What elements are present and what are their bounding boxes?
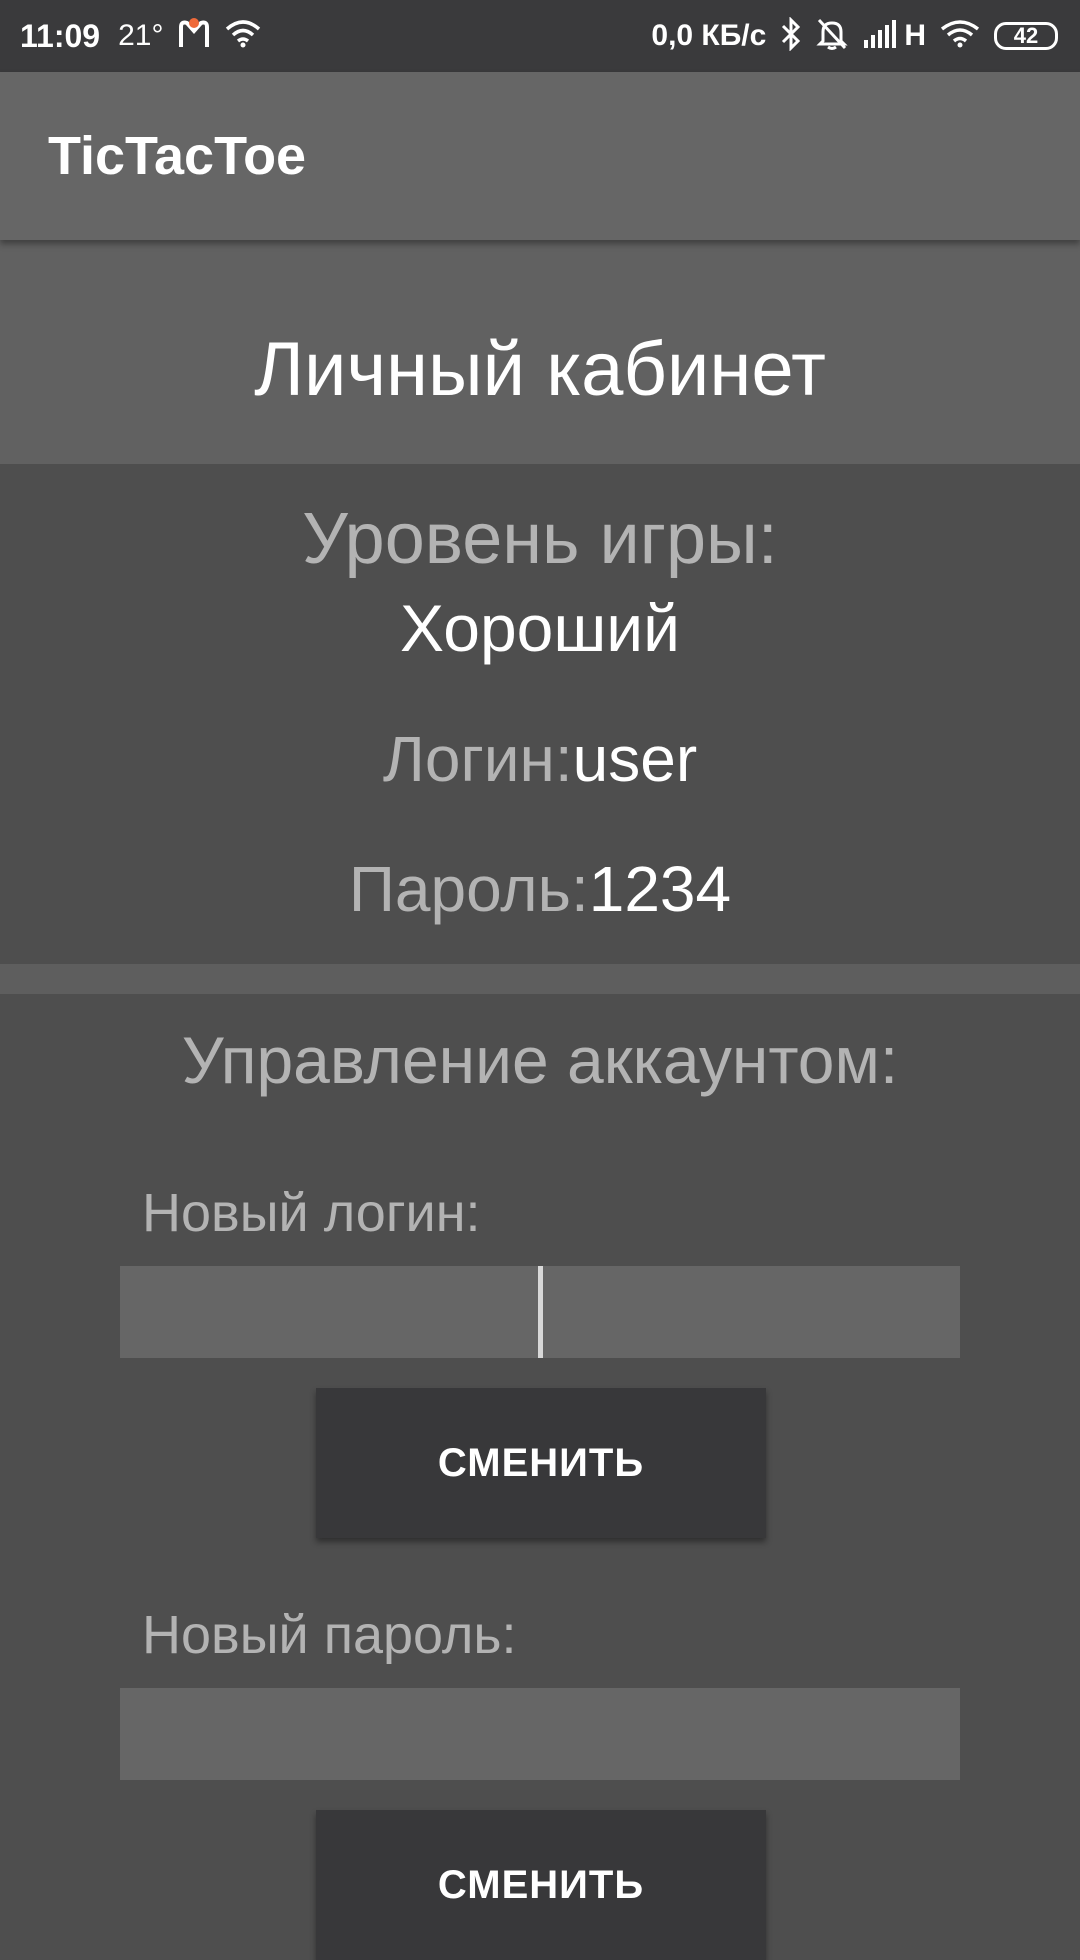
password-value: 1234 xyxy=(588,853,732,925)
wifi-icon xyxy=(225,19,261,54)
battery-icon: 42 xyxy=(994,22,1058,50)
page-header: Личный кабинет xyxy=(0,240,1080,464)
page-title: Личный кабинет xyxy=(254,327,826,412)
bell-muted-icon xyxy=(816,17,848,56)
status-bar-right: 0,0 КБ/с H 42 xyxy=(651,0,1058,72)
signal-icon xyxy=(862,19,898,53)
new-password-label: Новый пароль: xyxy=(142,1605,517,1665)
change-login-button[interactable]: СМЕНИТЬ xyxy=(316,1388,766,1538)
password-row: Пароль:1234 xyxy=(0,852,1080,926)
status-net-speed: 0,0 КБ/с xyxy=(651,19,767,52)
status-network-type: H xyxy=(904,19,926,52)
new-password-input[interactable] xyxy=(120,1688,960,1780)
login-label: Логин: xyxy=(382,723,573,795)
account-management: Управление аккаунтом: Новый логин: СМЕНИ… xyxy=(0,994,1080,1960)
password-label: Пароль: xyxy=(348,853,589,925)
new-login-label: Новый логин: xyxy=(142,1183,481,1243)
wifi-icon xyxy=(940,19,980,54)
profile-info: Уровень игры: Хороший Логин:user Пароль:… xyxy=(0,464,1080,964)
new-login-field-wrapper xyxy=(120,1266,960,1358)
battery-level: 42 xyxy=(1013,23,1039,48)
account-management-title: Управление аккаунтом: xyxy=(181,1023,899,1097)
status-bar-left: 11:09 21° xyxy=(20,0,261,72)
game-level-label: Уровень игры: xyxy=(302,499,778,579)
app-title: TicTacToe xyxy=(48,126,307,186)
notification-app-icon xyxy=(177,17,211,56)
status-bar: 11:09 21° 0,0 КБ/с H 42 xyxy=(0,0,1080,72)
game-level-value: Хороший xyxy=(399,591,681,665)
status-time: 11:09 xyxy=(20,17,101,54)
text-cursor xyxy=(538,1266,543,1358)
section-divider xyxy=(0,964,1080,994)
login-value: user xyxy=(572,723,698,795)
change-password-button[interactable]: СМЕНИТЬ xyxy=(316,1810,766,1960)
status-temperature: 21° xyxy=(118,19,164,52)
app-bar: TicTacToe xyxy=(0,72,1080,240)
login-row: Логин:user xyxy=(0,722,1080,796)
bluetooth-icon xyxy=(780,15,802,56)
